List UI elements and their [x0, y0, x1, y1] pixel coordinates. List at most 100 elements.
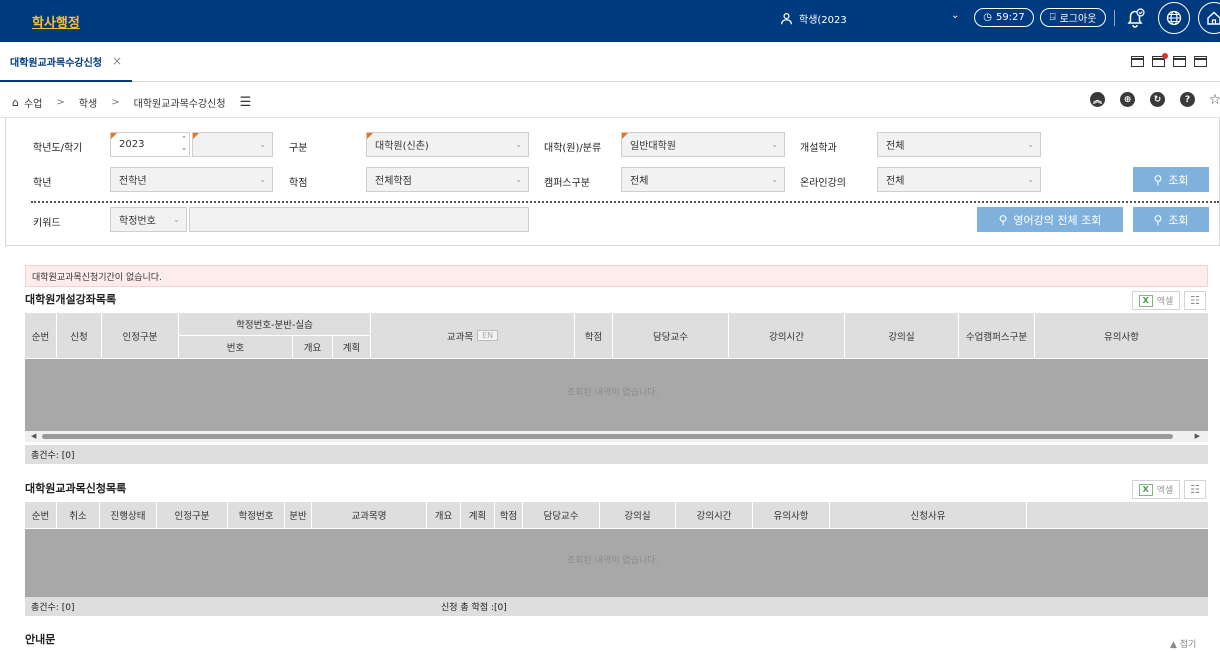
help-icon[interactable]: ?	[1180, 92, 1195, 107]
session-timer-button[interactable]: ◷ 59:27	[974, 8, 1034, 27]
network-icon[interactable]: ⊕	[1120, 92, 1135, 107]
grade-select[interactable]: 전학년 ⌄	[110, 167, 273, 192]
tab-label: 대학원교과목수강신청	[10, 57, 102, 69]
list-icon: ☷	[1190, 294, 1200, 307]
column-settings-button[interactable]: ☷	[1184, 291, 1206, 310]
chevron-down-icon: ⌄	[515, 175, 522, 184]
col-cert[interactable]: 인정구분	[157, 502, 228, 529]
window-close-all-icon[interactable]	[1152, 53, 1168, 67]
globe-icon	[1166, 10, 1182, 26]
col-status[interactable]: 진행상태	[100, 502, 157, 529]
home-icon	[1207, 11, 1220, 25]
notification-bell-icon[interactable]	[1124, 7, 1146, 29]
page-tools: ︽ ⊕ ↻ ? ☆	[1090, 92, 1220, 108]
search-button[interactable]: ⚲ 조회	[1133, 167, 1209, 192]
logout-button[interactable]: ⍈ 로그아웃	[1040, 8, 1106, 27]
keyword-search-button[interactable]: ⚲ 조회	[1133, 207, 1209, 232]
col-code[interactable]: 번호	[179, 336, 293, 359]
col-campus[interactable]: 수업캠퍼스구분	[959, 313, 1035, 359]
col-time[interactable]: 강의시간	[729, 313, 845, 359]
excel-download-button[interactable]: X 엑셀	[1132, 291, 1180, 310]
breadcrumb-item[interactable]: 대학원교과목수강신청	[134, 95, 226, 110]
chevron-down-icon[interactable]: ⌄	[951, 10, 959, 21]
scroll-left-icon[interactable]: ◀	[31, 432, 36, 440]
col-code[interactable]: 학정번호	[228, 502, 285, 529]
empty-message: 조회된 내역이 없습니다.	[567, 388, 659, 398]
language-button[interactable]	[1158, 2, 1190, 34]
campus-select[interactable]: 전체 ⌄	[621, 167, 785, 192]
col-note[interactable]: 유의사항	[753, 502, 830, 529]
home-icon[interactable]: ⌂	[12, 96, 19, 109]
breadcrumb-separator: >	[111, 97, 120, 108]
col-plan[interactable]: 계획	[461, 502, 495, 529]
excel-download-button[interactable]: X 엑셀	[1132, 480, 1180, 499]
user-name: 학생(2023	[799, 15, 847, 26]
guide-title: 안내문	[25, 633, 56, 646]
col-section[interactable]: 분반	[285, 502, 312, 529]
column-settings-button[interactable]: ☷	[1184, 480, 1206, 499]
year-stepper[interactable]: ⌃ ⌄	[181, 135, 187, 153]
scrollbar-thumb[interactable]	[42, 434, 1173, 439]
window-minimize-icon[interactable]	[1194, 56, 1207, 67]
search-icon: ⚲	[1153, 212, 1163, 227]
list-icon: ☷	[1190, 483, 1200, 496]
col-course-name[interactable]: 교과목명	[312, 502, 427, 529]
breadcrumb-separator: >	[56, 97, 65, 108]
col-time[interactable]: 강의시간	[676, 502, 753, 529]
chevron-up-icon[interactable]: ︽	[1090, 92, 1105, 107]
chevron-down-icon: ⌄	[515, 140, 522, 149]
col-room[interactable]: 강의실	[845, 313, 959, 359]
col-note[interactable]: 유의사항	[1035, 313, 1208, 359]
refresh-icon[interactable]: ↻	[1150, 92, 1165, 107]
scroll-right-icon[interactable]: ▶	[1195, 432, 1200, 440]
english-course-search-button[interactable]: ⚲ 영어강의 전체 조회	[977, 207, 1123, 232]
col-apply[interactable]: 신청	[57, 313, 102, 359]
form-divider	[31, 201, 1219, 203]
term-select[interactable]: ⌄	[192, 132, 273, 157]
col-course[interactable]: 교과목 EN	[371, 313, 575, 359]
col-summary[interactable]: 개요	[427, 502, 461, 529]
credit-select[interactable]: 전체학점 ⌄	[366, 167, 529, 192]
user-menu[interactable]: 학생(2023	[780, 11, 847, 26]
window-icon[interactable]	[1131, 56, 1144, 67]
english-toggle-badge[interactable]: EN	[477, 330, 499, 341]
window-add-icon[interactable]	[1173, 56, 1186, 67]
col-cert[interactable]: 인정구분	[102, 313, 179, 359]
category-select[interactable]: 대학원(신촌) ⌄	[366, 132, 529, 157]
col-prof[interactable]: 담당교수	[523, 502, 600, 529]
col-prof[interactable]: 담당교수	[613, 313, 729, 359]
tab-graduate-course-registration[interactable]: 대학원교과목수강신청 ×	[0, 42, 133, 82]
credit-label: 학점	[289, 178, 308, 189]
star-icon[interactable]: ☆	[1209, 92, 1220, 108]
col-room[interactable]: 강의실	[600, 502, 676, 529]
fold-toggle[interactable]: ▲ 접기	[1170, 637, 1196, 650]
home-button[interactable]	[1198, 2, 1220, 34]
horizontal-scrollbar[interactable]: ◀ ▶	[25, 431, 1208, 442]
col-cancel[interactable]: 취소	[57, 502, 100, 529]
tab-close-icon[interactable]: ×	[112, 54, 122, 68]
col-credit[interactable]: 학점	[575, 313, 613, 359]
col-plan[interactable]: 계획	[333, 336, 371, 359]
offered-courses-title: 대학원개설강좌목록	[25, 293, 117, 306]
search-form: 학년도/학기 2023 ⌃ ⌄ ⌄ 구분 대학원(신촌) ⌄ 대학(원)/분류 일…	[5, 118, 1220, 246]
dept-label: 개설학과	[800, 143, 837, 154]
keyword-input[interactable]	[189, 207, 529, 232]
col-code-group: 학정번호-분반-실습	[179, 313, 371, 336]
col-credit[interactable]: 학점	[495, 502, 523, 529]
col-no[interactable]: 순번	[25, 502, 57, 529]
online-select[interactable]: 전체 ⌄	[877, 167, 1041, 192]
campus-value: 전체	[630, 176, 649, 187]
breadcrumb-item[interactable]: 수업	[24, 95, 42, 110]
dept-select[interactable]: 전체 ⌄	[877, 132, 1041, 157]
year-input[interactable]: 2023 ⌃ ⌄	[110, 132, 190, 157]
grade-value: 전학년	[119, 176, 147, 187]
menu-icon[interactable]: ☰	[240, 95, 252, 110]
keyword-type-select[interactable]: 학정번호 ⌄	[110, 207, 187, 232]
breadcrumb-item[interactable]: 학생	[79, 95, 97, 110]
col-reason[interactable]: 신청사유	[830, 502, 1027, 529]
col-summary[interactable]: 개요	[293, 336, 333, 359]
college-select[interactable]: 일반대학원 ⌄	[621, 132, 785, 157]
brand-link[interactable]: 학사행정	[32, 12, 80, 31]
keyword-search-label: 조회	[1168, 213, 1189, 227]
col-no[interactable]: 순번	[25, 313, 57, 359]
